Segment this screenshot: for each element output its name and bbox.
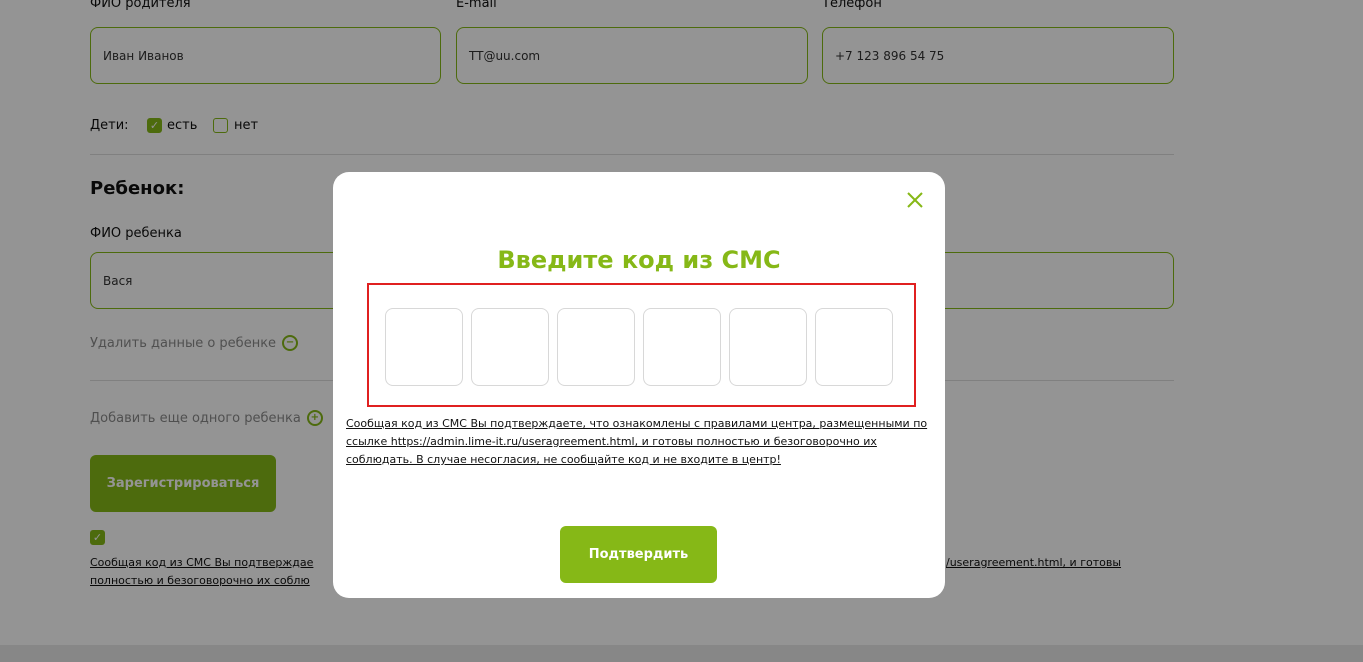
code-digit-input-4[interactable] — [643, 308, 721, 386]
confirm-button[interactable]: Подтвердить — [560, 526, 717, 583]
modal-agreement-link[interactable]: Сообщая код из СМС Вы подтверждаете, что… — [346, 415, 936, 469]
code-digit-input-1[interactable] — [385, 308, 463, 386]
code-digit-input-6[interactable] — [815, 308, 893, 386]
code-digit-input-5[interactable] — [729, 308, 807, 386]
sms-code-modal: Введите код из СМС Сообщая код из СМС Вы… — [333, 172, 945, 598]
code-digit-input-2[interactable] — [471, 308, 549, 386]
modal-title: Введите код из СМС — [497, 246, 781, 274]
code-digit-input-3[interactable] — [557, 308, 635, 386]
close-button[interactable] — [903, 188, 927, 212]
close-icon — [907, 192, 923, 208]
